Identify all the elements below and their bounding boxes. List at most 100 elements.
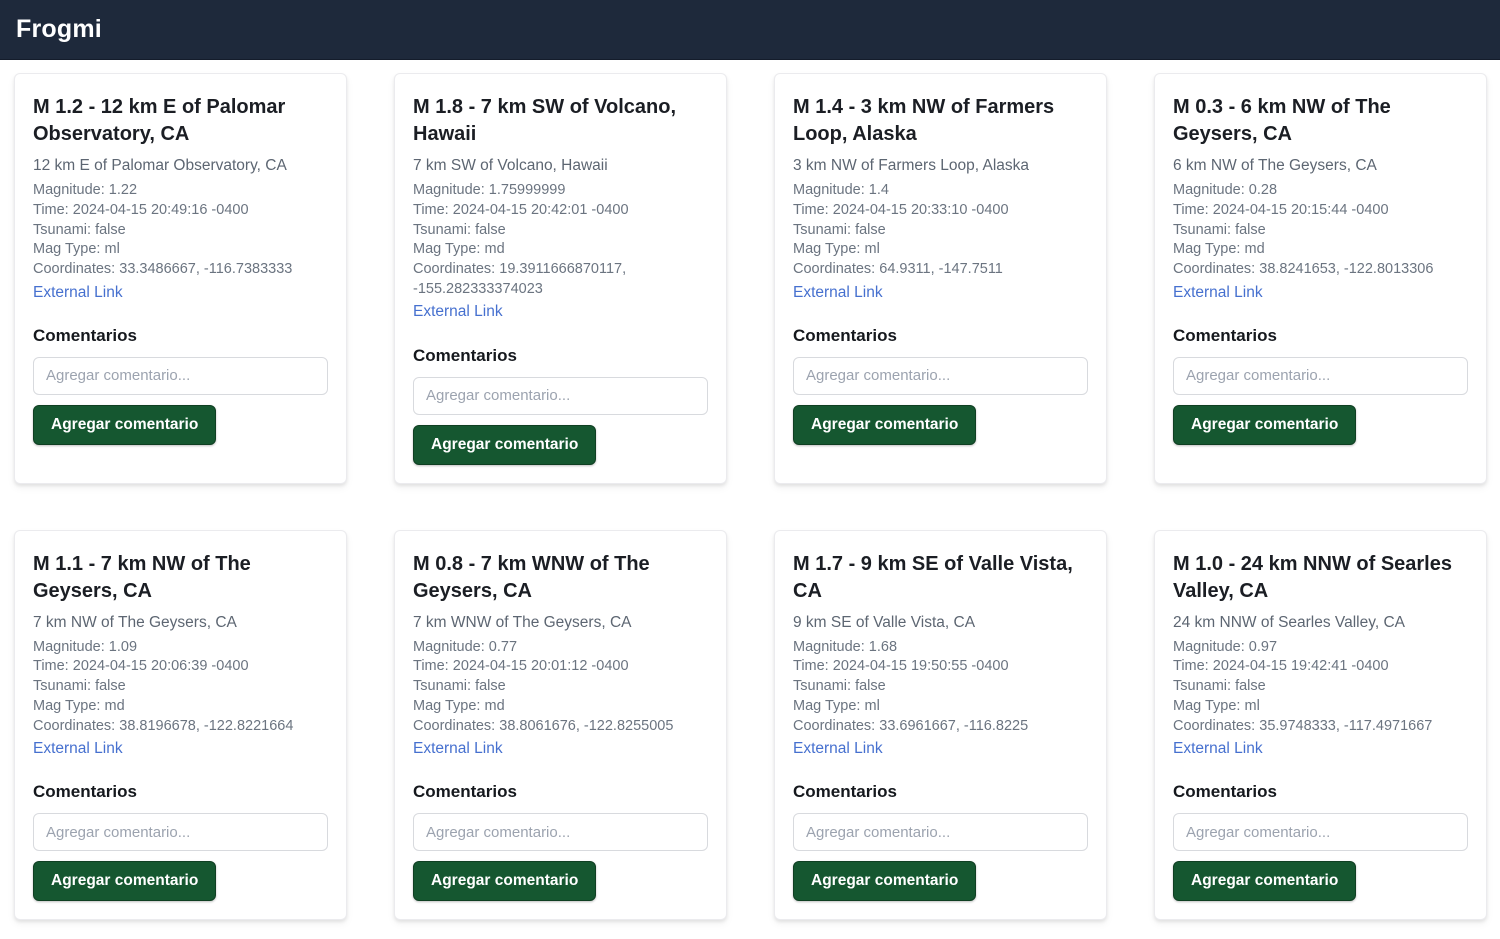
tsunami-label: Tsunami: (1173, 222, 1231, 238)
mag-type-row: Mag Type: ml (793, 697, 880, 717)
tsunami-row: Tsunami: false (793, 677, 886, 697)
card-place: 3 km NW of Farmers Loop, Alaska (793, 156, 1029, 176)
add-comment-button[interactable]: Agregar comentario (33, 861, 216, 901)
time-row: Time: 2024-04-15 19:50:55 -0400 (793, 657, 1009, 677)
magnitude-row: Magnitude: 1.4 (793, 181, 889, 201)
magnitude-value: 0.77 (489, 639, 517, 655)
tsunami-row: Tsunami: false (413, 221, 506, 241)
mag-type-label: Mag Type: (413, 698, 480, 714)
time-value: 2024-04-15 20:49:16 -0400 (73, 202, 249, 218)
card-title: M 1.4 - 3 km NW of Farmers Loop, Alaska (793, 94, 1088, 148)
mag-type-value: md (1244, 241, 1264, 257)
mag-type-label: Mag Type: (33, 241, 100, 257)
time-value: 2024-04-15 20:33:10 -0400 (833, 202, 1009, 218)
add-comment-button[interactable]: Agregar comentario (1173, 861, 1356, 901)
magnitude-value: 1.22 (109, 182, 137, 198)
mag-type-label: Mag Type: (33, 698, 100, 714)
comment-input[interactable] (33, 357, 328, 395)
tsunami-row: Tsunami: false (33, 221, 126, 241)
external-link[interactable]: External Link (1173, 283, 1263, 303)
card-place: 24 km NNW of Searles Valley, CA (1173, 613, 1405, 633)
magnitude-row: Magnitude: 0.28 (1173, 181, 1277, 201)
comment-input[interactable] (33, 813, 328, 851)
mag-type-row: Mag Type: ml (1173, 697, 1260, 717)
time-label: Time: (413, 202, 449, 218)
earthquake-card: M 1.1 - 7 km NW of The Geysers, CA 7 km … (14, 530, 347, 921)
external-link[interactable]: External Link (413, 739, 503, 759)
card-place: 7 km SW of Volcano, Hawaii (413, 156, 608, 176)
coordinates-value: 38.8061676, -122.8255005 (499, 718, 673, 734)
time-label: Time: (1173, 202, 1209, 218)
magnitude-value: 1.09 (109, 639, 137, 655)
coordinates-row: Coordinates: 38.8241653, -122.8013306 (1173, 260, 1433, 280)
mag-type-label: Mag Type: (793, 241, 860, 257)
coordinates-row: Coordinates: 64.9311, -147.7511 (793, 260, 1003, 280)
card-place: 6 km NW of The Geysers, CA (1173, 156, 1377, 176)
add-comment-button[interactable]: Agregar comentario (793, 861, 976, 901)
tsunami-label: Tsunami: (793, 222, 851, 238)
add-comment-button[interactable]: Agregar comentario (1173, 405, 1356, 445)
time-label: Time: (793, 202, 829, 218)
card-title: M 1.0 - 24 km NNW of Searles Valley, CA (1173, 551, 1468, 605)
comment-input[interactable] (1173, 357, 1468, 395)
external-link[interactable]: External Link (1173, 739, 1263, 759)
coordinates-row: Coordinates: 19.3911666870117, -155.2823… (413, 260, 708, 299)
coordinates-row: Coordinates: 33.3486667, -116.7383333 (33, 260, 292, 280)
coordinates-label: Coordinates: (1173, 261, 1255, 277)
comment-input[interactable] (413, 813, 708, 851)
mag-type-row: Mag Type: ml (793, 240, 880, 260)
comment-input[interactable] (1173, 813, 1468, 851)
card-place: 12 km E of Palomar Observatory, CA (33, 156, 287, 176)
coordinates-value: 35.9748333, -117.4971667 (1259, 718, 1432, 734)
coordinates-label: Coordinates: (413, 261, 495, 277)
mag-type-value: ml (864, 698, 879, 714)
earthquake-card: M 1.4 - 3 km NW of Farmers Loop, Alaska … (774, 73, 1107, 484)
tsunami-value: false (95, 222, 126, 238)
coordinates-label: Coordinates: (793, 261, 875, 277)
card-place: 9 km SE of Valle Vista, CA (793, 613, 975, 633)
magnitude-value: 1.4 (869, 182, 889, 198)
coordinates-label: Coordinates: (33, 718, 115, 734)
time-row: Time: 2024-04-15 20:06:39 -0400 (33, 657, 249, 677)
earthquake-card: M 1.2 - 12 km E of Palomar Observatory, … (14, 73, 347, 484)
app-header: Frogmi (0, 0, 1500, 60)
mag-type-label: Mag Type: (793, 698, 860, 714)
external-link[interactable]: External Link (33, 283, 123, 303)
external-link[interactable]: External Link (33, 739, 123, 759)
card-title: M 1.1 - 7 km NW of The Geysers, CA (33, 551, 328, 605)
add-comment-button[interactable]: Agregar comentario (793, 405, 976, 445)
tsunami-value: false (475, 678, 506, 694)
add-comment-button[interactable]: Agregar comentario (33, 405, 216, 445)
tsunami-label: Tsunami: (33, 222, 91, 238)
external-link[interactable]: External Link (413, 302, 503, 322)
tsunami-value: false (475, 222, 506, 238)
comments-heading: Comentarios (413, 782, 517, 802)
tsunami-row: Tsunami: false (33, 677, 126, 697)
time-row: Time: 2024-04-15 20:42:01 -0400 (413, 201, 629, 221)
mag-type-value: ml (864, 241, 879, 257)
comment-input[interactable] (793, 357, 1088, 395)
mag-type-value: md (484, 698, 504, 714)
comments-heading: Comentarios (793, 326, 897, 346)
magnitude-label: Magnitude: (413, 639, 485, 655)
mag-type-row: Mag Type: md (413, 697, 505, 717)
magnitude-row: Magnitude: 0.97 (1173, 638, 1277, 658)
earthquake-card: M 0.8 - 7 km WNW of The Geysers, CA 7 km… (394, 530, 727, 921)
magnitude-label: Magnitude: (1173, 182, 1245, 198)
external-link[interactable]: External Link (793, 283, 883, 303)
mag-type-row: Mag Type: ml (33, 240, 120, 260)
tsunami-value: false (1235, 222, 1266, 238)
add-comment-button[interactable]: Agregar comentario (413, 425, 596, 465)
magnitude-row: Magnitude: 1.09 (33, 638, 137, 658)
external-link[interactable]: External Link (793, 739, 883, 759)
coordinates-row: Coordinates: 38.8061676, -122.8255005 (413, 717, 673, 737)
comment-input[interactable] (793, 813, 1088, 851)
app-title: Frogmi (16, 15, 102, 44)
add-comment-button[interactable]: Agregar comentario (413, 861, 596, 901)
coordinates-row: Coordinates: 33.6961667, -116.8225 (793, 717, 1028, 737)
tsunami-value: false (95, 678, 126, 694)
comments-heading: Comentarios (1173, 782, 1277, 802)
mag-type-row: Mag Type: md (33, 697, 125, 717)
comments-heading: Comentarios (793, 782, 897, 802)
comment-input[interactable] (413, 377, 708, 415)
